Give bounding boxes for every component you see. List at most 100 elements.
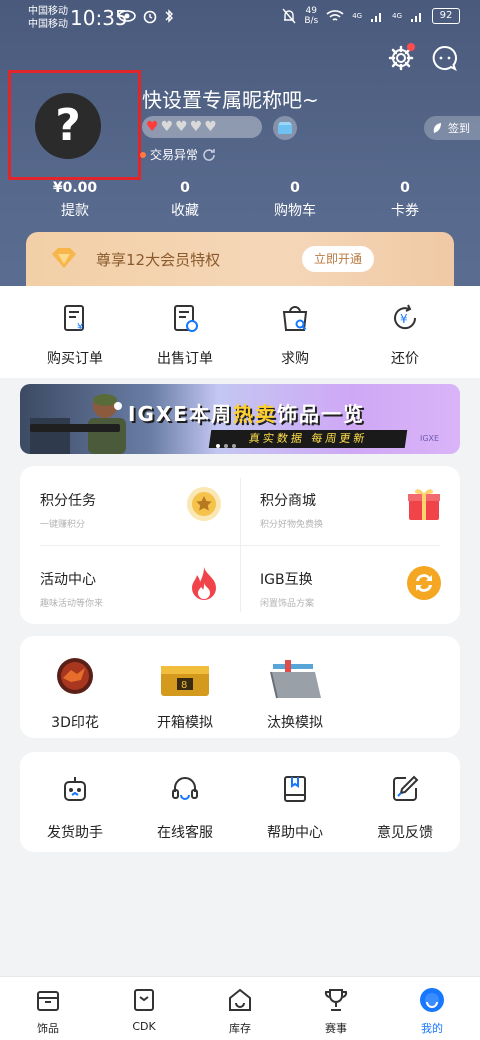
bottom-navigation: 饰品 CDK 库存 赛事 我的 <box>0 976 480 1040</box>
nickname[interactable]: 快设置专属昵称吧~ <box>142 84 319 113</box>
signal-icon-2 <box>411 13 421 22</box>
activity-center-entry[interactable]: 活动中心 趣味活动等你来 <box>20 545 240 624</box>
carousel-dot[interactable] <box>216 444 220 448</box>
purchase-orders-button[interactable]: ¥ 购买订单 <box>20 286 130 378</box>
case-open-sim-button[interactable]: 8 开箱模拟 <box>130 656 240 732</box>
storage-icon <box>229 988 251 1011</box>
feature-title: 积分任务 <box>40 493 96 509</box>
stat-favorites[interactable]: 0 收藏 <box>130 180 240 220</box>
carousel-dot[interactable] <box>224 444 228 448</box>
book-icon <box>284 776 306 802</box>
feature-subtitle: 闲置饰品方案 <box>260 599 315 609</box>
carrier-labels: 中国移动 中国移动 <box>28 5 68 31</box>
service-label: 帮助中心 <box>267 825 323 841</box>
grid-divider <box>40 545 440 546</box>
counter-offer-button[interactable]: ¥ 还价 <box>350 286 460 378</box>
counter-offer-icon: ¥ <box>394 304 417 330</box>
vip-text: 尊享12大会员特权 <box>96 251 221 269</box>
feature-title: 活动中心 <box>40 572 96 588</box>
case-open-icon: 8 <box>161 666 209 696</box>
wanted-button[interactable]: 求购 <box>240 286 350 378</box>
promo-banner[interactable]: IGXE本周热卖饰品一览 真实数据 每周更新 IGXE <box>20 384 460 454</box>
sell-order-icon <box>174 305 198 332</box>
trade-status[interactable]: 交易异常 <box>140 146 216 163</box>
help-center-button[interactable]: 帮助中心 <box>240 774 350 842</box>
avatar-highlight-box: ? <box>8 70 141 180</box>
igb-exchange-entry[interactable]: IGB互换 闲置饰品方案 <box>240 545 460 624</box>
stat-label: 卡券 <box>391 203 419 219</box>
star-coin-icon <box>187 487 221 521</box>
checkin-button[interactable]: 签到 <box>424 116 480 140</box>
nav-tab-events[interactable]: 赛事 <box>288 977 384 1040</box>
warning-dot-icon <box>140 151 146 158</box>
reputation-hearts: ♥ ♥ ♥ ♥ ♥ <box>142 116 262 138</box>
order-label: 还价 <box>391 351 419 367</box>
checkin-label: 签到 <box>448 122 470 135</box>
status-bar: 中国移动 中国移动 10:35 49 B/s 4G 4G 92 <box>0 0 480 36</box>
alarm-icon <box>143 10 157 24</box>
net-speed: 49 B/s <box>304 6 319 26</box>
trophy-icon <box>324 989 348 1011</box>
profile-icon <box>420 988 444 1012</box>
stat-label: 购物车 <box>274 203 316 219</box>
svg-text:8: 8 <box>181 680 187 691</box>
nav-tab-cdk[interactable]: CDK <box>96 977 192 1040</box>
headset-icon <box>172 777 198 800</box>
feature-subtitle: 一键赚积分 <box>40 520 86 530</box>
stat-coupons[interactable]: 0 卡券 <box>350 180 460 220</box>
nav-label: 饰品 <box>37 1022 59 1035</box>
banner-subtitle: 真实数据 每周更新 <box>208 430 408 448</box>
sticker-3d-button[interactable]: 3D印花 <box>20 656 130 732</box>
signal-icon <box>371 13 382 22</box>
gift-box-icon <box>408 489 440 520</box>
feedback-pen-icon <box>393 775 419 801</box>
avatar[interactable]: ? <box>35 93 101 159</box>
purchase-order-icon: ¥ <box>64 305 84 333</box>
account-stats: ¥0.00 提款 0 收藏 0 购物车 0 卡券 <box>0 180 480 220</box>
vip-banner[interactable]: 尊享12大会员特权 立即开通 <box>26 232 454 286</box>
stat-withdraw[interactable]: ¥0.00 提款 <box>20 180 130 220</box>
points-mall-entry[interactable]: 积分商城 积分好物免费换 <box>240 466 460 545</box>
sell-orders-button[interactable]: 出售订单 <box>130 286 240 378</box>
carousel-dot[interactable] <box>232 444 236 448</box>
svg-text:¥: ¥ <box>400 312 408 326</box>
feedback-button[interactable]: 意见反馈 <box>350 774 460 842</box>
shipping-assistant-button[interactable]: 发货助手 <box>20 774 130 842</box>
nav-tab-mine[interactable]: 我的 <box>384 977 480 1040</box>
cdk-icon <box>134 989 154 1011</box>
nav-tab-items[interactable]: 饰品 <box>0 977 96 1040</box>
heart-empty-icon: ♥ <box>189 119 203 135</box>
svg-text:¥: ¥ <box>77 322 83 333</box>
vip-activate-button[interactable]: 立即开通 <box>302 246 374 272</box>
eye-icon <box>118 10 136 22</box>
banner-title: IGXE本周热卖饰品一览 <box>128 402 365 426</box>
nav-label: 库存 <box>229 1022 251 1035</box>
order-label: 购买订单 <box>47 351 103 367</box>
message-icon[interactable] <box>432 45 458 71</box>
service-label: 在线客服 <box>157 825 213 841</box>
online-support-button[interactable]: 在线客服 <box>130 774 240 842</box>
nav-label: CDK <box>132 1020 156 1033</box>
notification-dot <box>407 43 415 51</box>
heart-empty-icon: ♥ <box>175 119 188 135</box>
exchange-icon <box>407 566 441 600</box>
mute-icon <box>282 8 296 24</box>
stat-cart[interactable]: 0 购物车 <box>240 180 350 220</box>
vip-diamond-icon <box>52 248 76 268</box>
service-label: 发货助手 <box>47 825 103 841</box>
points-tasks-entry[interactable]: 积分任务 一键赚积分 <box>20 466 240 545</box>
profile-header: 中国移动 中国移动 10:35 49 B/s 4G 4G 92 ? 快设置专属昵… <box>0 0 480 300</box>
refresh-icon[interactable] <box>202 148 216 162</box>
inventory-box-icon <box>37 991 59 1011</box>
battery-indicator: 92 <box>432 8 460 24</box>
trade-up-sim-button[interactable]: 汰换模拟 <box>240 656 350 732</box>
trade-status-label: 交易异常 <box>150 148 199 162</box>
feature-subtitle: 趣味活动等你来 <box>40 599 104 609</box>
nav-tab-storage[interactable]: 库存 <box>192 977 288 1040</box>
heart-filled-icon: ♥ <box>146 119 159 135</box>
feature-title: IGB互换 <box>260 572 313 588</box>
status-icons-left <box>118 8 174 24</box>
order-label: 求购 <box>281 351 309 367</box>
stat-label: 收藏 <box>171 203 199 219</box>
shop-badge[interactable] <box>273 116 297 140</box>
